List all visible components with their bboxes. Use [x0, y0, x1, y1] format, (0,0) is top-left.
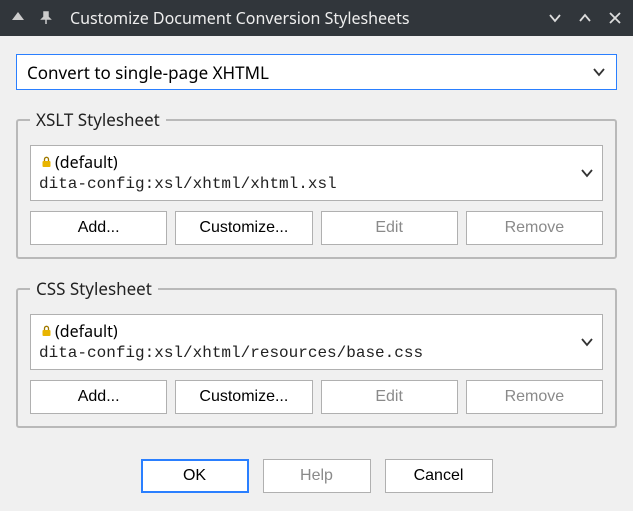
convert-format-combo[interactable]: Convert to single-page XHTML	[16, 54, 617, 90]
cancel-button[interactable]: Cancel	[385, 459, 493, 493]
lock-icon	[39, 155, 53, 169]
ok-button[interactable]: OK	[141, 459, 249, 493]
css-legend: CSS Stylesheet	[30, 277, 158, 300]
chevron-down-icon	[592, 65, 606, 79]
css-path-value: dita-config:xsl/xhtml/resources/base.css	[39, 343, 572, 363]
css-default-label: (default)	[55, 321, 118, 341]
xslt-remove-button[interactable]: Remove	[466, 211, 603, 245]
xslt-default-label: (default)	[55, 152, 118, 172]
xslt-path-value: dita-config:xsl/xhtml/xhtml.xsl	[39, 174, 572, 194]
window-title: Customize Document Conversion Stylesheet…	[70, 7, 410, 29]
pin-icon[interactable]	[38, 10, 54, 26]
chevron-down-icon	[572, 150, 594, 196]
xslt-path-combo[interactable]: (default) dita-config:xsl/xhtml/xhtml.xs…	[30, 145, 603, 201]
xslt-group: XSLT Stylesheet (default) dita-config:xs…	[16, 108, 617, 259]
css-path-text: (default) dita-config:xsl/xhtml/resource…	[39, 319, 572, 365]
xslt-path-text: (default) dita-config:xsl/xhtml/xhtml.xs…	[39, 150, 572, 196]
css-remove-button[interactable]: Remove	[466, 380, 603, 414]
keep-above-icon[interactable]	[10, 10, 26, 26]
css-customize-button[interactable]: Customize...	[175, 380, 312, 414]
chevron-down-icon	[572, 319, 594, 365]
css-button-row: Add... Customize... Edit Remove	[30, 380, 603, 414]
xslt-edit-button[interactable]: Edit	[321, 211, 458, 245]
css-edit-button[interactable]: Edit	[321, 380, 458, 414]
expand-icon[interactable]	[577, 10, 593, 26]
titlebar: Customize Document Conversion Stylesheet…	[0, 0, 633, 36]
dialog-body: Convert to single-page XHTML XSLT Styles…	[0, 36, 633, 447]
collapse-icon[interactable]	[547, 10, 563, 26]
css-group: CSS Stylesheet (default) dita-config:xsl…	[16, 277, 617, 428]
convert-format-label: Convert to single-page XHTML	[27, 61, 269, 84]
xslt-legend: XSLT Stylesheet	[30, 108, 166, 131]
dialog-window: Customize Document Conversion Stylesheet…	[0, 0, 633, 511]
close-icon[interactable]	[607, 10, 623, 26]
css-add-button[interactable]: Add...	[30, 380, 167, 414]
dialog-footer: OK Help Cancel	[0, 447, 633, 511]
help-button[interactable]: Help	[263, 459, 371, 493]
xslt-button-row: Add... Customize... Edit Remove	[30, 211, 603, 245]
xslt-add-button[interactable]: Add...	[30, 211, 167, 245]
css-path-combo[interactable]: (default) dita-config:xsl/xhtml/resource…	[30, 314, 603, 370]
lock-icon	[39, 324, 53, 338]
xslt-customize-button[interactable]: Customize...	[175, 211, 312, 245]
